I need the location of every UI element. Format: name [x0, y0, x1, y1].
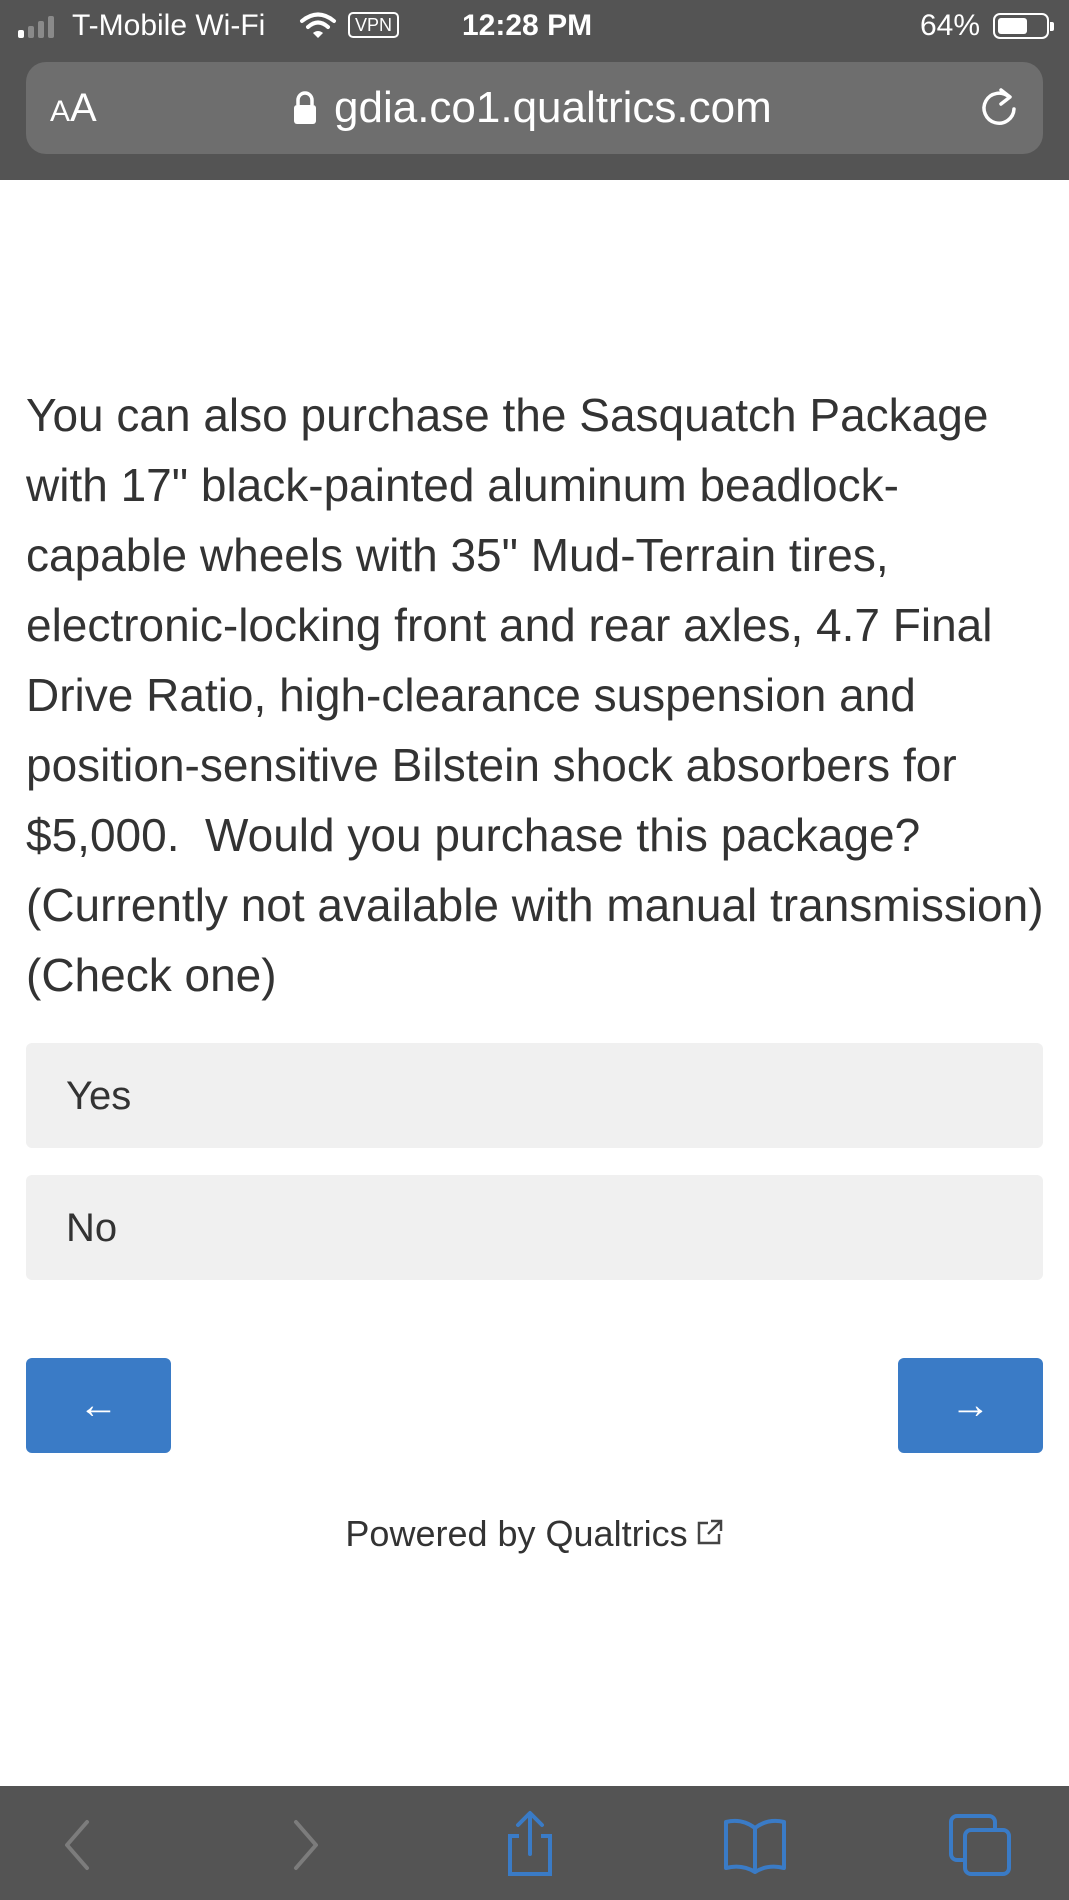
lock-icon: [294, 91, 316, 124]
battery-percent: 64%: [920, 9, 981, 42]
external-link-icon: [697, 1519, 722, 1545]
battery-icon: [993, 13, 1054, 39]
powered-by-link[interactable]: Powered by Qualtrics: [0, 1512, 1069, 1556]
reload-icon[interactable]: [976, 86, 1022, 132]
status-time: 12:28 PM: [462, 9, 593, 42]
browser-toolbar: [0, 1786, 1069, 1900]
powered-by-text: Powered by Qualtrics: [345, 1513, 688, 1554]
status-bar: T-Mobile Wi-Fi VPN 12:28 PM 64%: [0, 0, 1069, 52]
question-text: You can also purchase the Sasquatch Pack…: [26, 389, 1057, 1001]
choice-no[interactable]: No: [26, 1175, 1043, 1280]
wifi-icon: [300, 12, 336, 38]
tabs-icon[interactable]: [945, 1810, 1015, 1880]
share-icon[interactable]: [495, 1810, 565, 1880]
browser-address-bar: AA gdia.co1.qualtrics.com: [0, 52, 1069, 180]
forward-chevron-icon[interactable]: [268, 1810, 338, 1880]
signal-icon: [18, 14, 54, 38]
next-button[interactable]: →: [898, 1358, 1043, 1453]
back-button[interactable]: ←: [26, 1358, 171, 1453]
choice-label: No: [66, 1206, 118, 1250]
bookmarks-icon[interactable]: [720, 1810, 790, 1880]
choice-label: Yes: [66, 1074, 132, 1118]
url-field[interactable]: AA gdia.co1.qualtrics.com: [26, 62, 1043, 154]
battery-fill: [998, 18, 1027, 34]
carrier-name: T-Mobile Wi-Fi: [72, 9, 266, 42]
choice-yes[interactable]: Yes: [26, 1043, 1043, 1148]
back-chevron-icon[interactable]: [45, 1810, 115, 1880]
url-text: gdia.co1.qualtrics.com: [334, 83, 772, 132]
vpn-badge: VPN: [348, 12, 400, 38]
reader-text-size-button[interactable]: AA: [50, 86, 97, 134]
